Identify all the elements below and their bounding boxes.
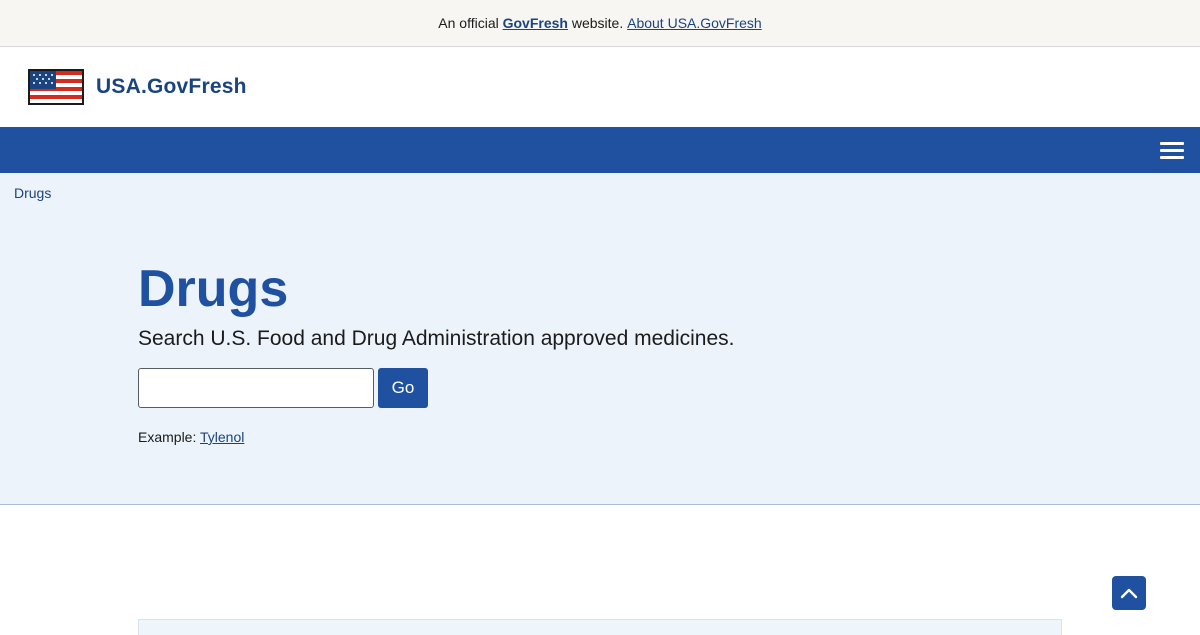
- site-title[interactable]: USA.GovFresh: [96, 75, 247, 99]
- go-button[interactable]: Go: [378, 368, 428, 408]
- official-banner: An official GovFresh website. About USA.…: [0, 0, 1200, 47]
- content-card: [138, 619, 1062, 635]
- hero-section: Drugs Drugs Search U.S. Food and Drug Ad…: [0, 173, 1200, 505]
- hamburger-menu-icon[interactable]: [1160, 139, 1184, 161]
- back-to-top-button[interactable]: [1112, 576, 1146, 610]
- page-subtitle: Search U.S. Food and Drug Administration…: [138, 327, 735, 350]
- banner-suffix: website.: [571, 15, 624, 31]
- flag-canton: [30, 71, 56, 89]
- us-flag-icon[interactable]: [28, 69, 84, 105]
- page-title: Drugs: [138, 260, 289, 318]
- search-input[interactable]: [138, 368, 374, 408]
- breadcrumb[interactable]: Drugs: [14, 185, 51, 201]
- hero-content: Drugs Search U.S. Food and Drug Administ…: [138, 257, 734, 445]
- nav-bar: [0, 127, 1200, 173]
- example-link[interactable]: Tylenol: [200, 429, 244, 445]
- about-link[interactable]: About USA.GovFresh: [627, 15, 762, 31]
- search-form: Go: [138, 368, 734, 408]
- example-label: Example:: [138, 429, 197, 445]
- chevron-up-icon: [1120, 588, 1138, 599]
- search-example: Example: Tylenol: [138, 429, 734, 445]
- govfresh-link[interactable]: GovFresh: [503, 15, 568, 31]
- banner-prefix: An official: [438, 15, 499, 31]
- site-header: USA.GovFresh: [0, 47, 1200, 127]
